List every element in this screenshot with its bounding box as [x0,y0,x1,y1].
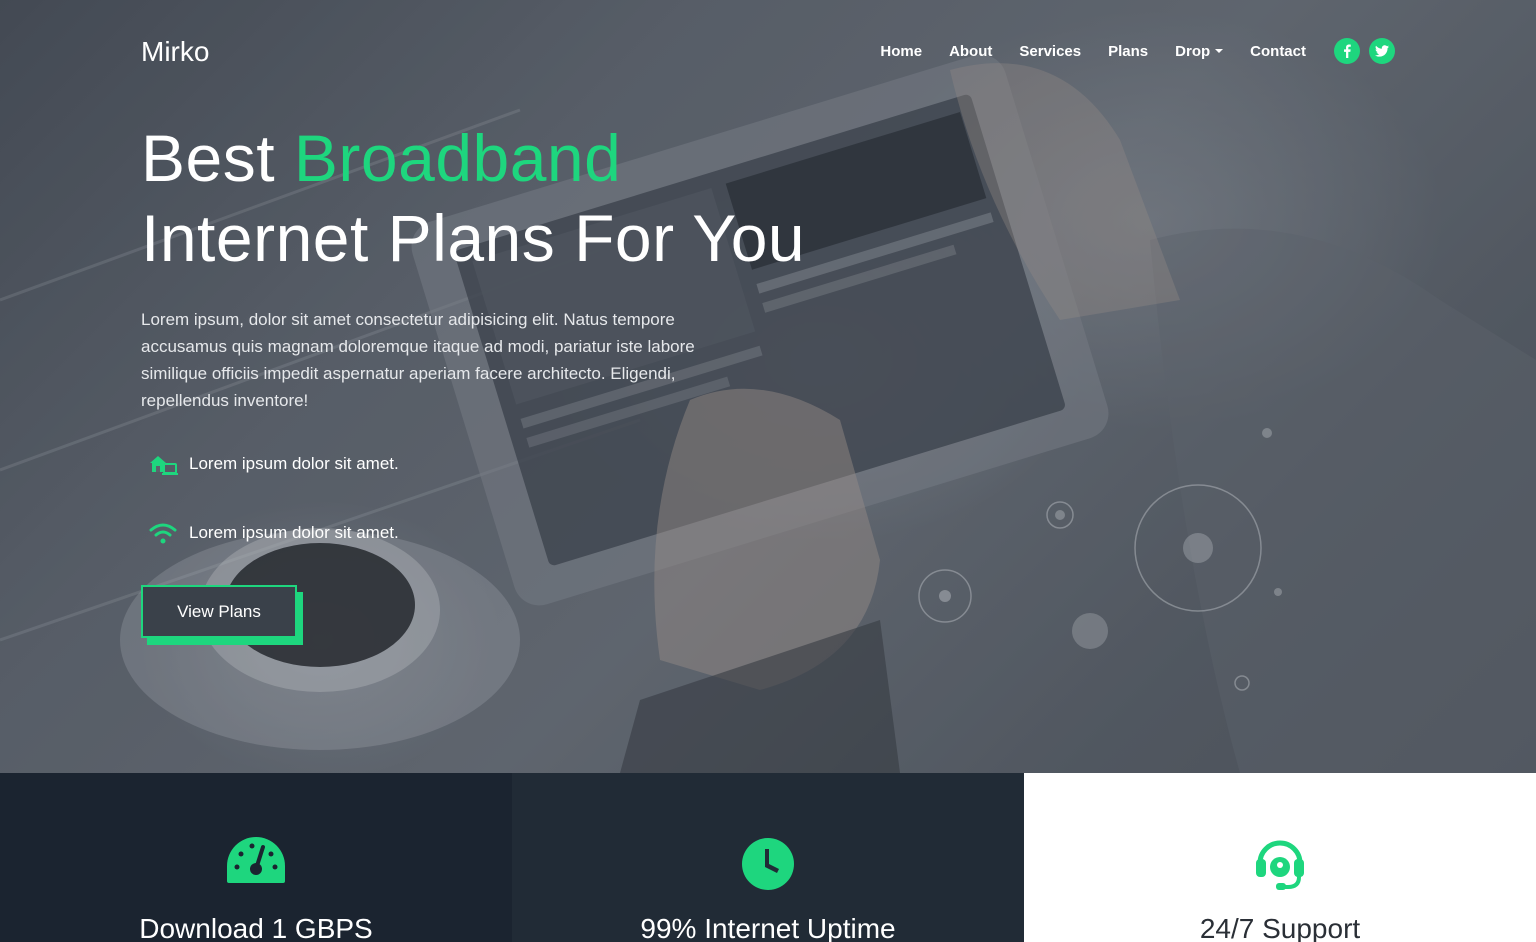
headline-line2: Internet Plans For You [141,201,806,275]
view-plans-button[interactable]: View Plans [141,585,297,638]
speedometer-icon [225,835,287,890]
nav-drop-dropdown[interactable]: Drop [1175,42,1224,60]
nav-plans[interactable]: Plans [1108,43,1148,60]
twitter-button[interactable] [1369,38,1395,64]
nav-drop-label: Drop [1175,42,1211,60]
hero-paragraph: Lorem ipsum, dolor sit amet consectetur … [141,310,695,410]
hero-feature-item: Lorem ipsum dolor sit amet. [147,451,399,477]
twitter-icon [1375,45,1389,57]
nav-about[interactable]: About [949,43,992,60]
hero-feature-item: Lorem ipsum dolor sit amet. [147,520,399,546]
nav-contact[interactable]: Contact [1250,43,1306,60]
social-links [1334,38,1395,64]
wifi-icon [147,520,179,546]
facebook-icon [1344,44,1351,58]
hero-feature-text: Lorem ipsum dolor sit amet. [189,454,399,473]
headset-icon [1252,835,1308,896]
brand-logo[interactable]: Mirko [141,36,209,68]
highlight-title: 24/7 Support [1199,913,1361,942]
headline-accent: Broadband [293,121,622,195]
highlight-card-uptime: 99% Internet Uptime [512,773,1024,942]
clock-icon [741,837,795,896]
highlight-card-download: Download 1 GBPS [0,773,512,942]
highlight-title: Download 1 GBPS [139,913,373,942]
hero-feature-text: Lorem ipsum dolor sit amet. [189,523,399,542]
hero-section: Mirko Home About Services Plans Drop Con… [0,0,1536,773]
nav-home[interactable]: Home [880,43,922,60]
highlights-strip: Download 1 GBPS 99% Internet Uptime 24/7… [0,773,1536,942]
highlight-title: 99% Internet Uptime [640,913,896,942]
view-plans-button-wrap: View Plans [141,585,303,645]
main-nav: Home About Services Plans Drop Contact [880,36,1395,66]
caret-down-icon [1215,49,1224,53]
house-network-icon [147,451,179,477]
nav-services[interactable]: Services [1019,43,1081,60]
hero-headline: Best Broadband Internet Plans For You [141,118,805,278]
headline-plain: Best [141,121,294,195]
highlight-card-support: 24/7 Support [1024,773,1536,942]
facebook-button[interactable] [1334,38,1360,64]
